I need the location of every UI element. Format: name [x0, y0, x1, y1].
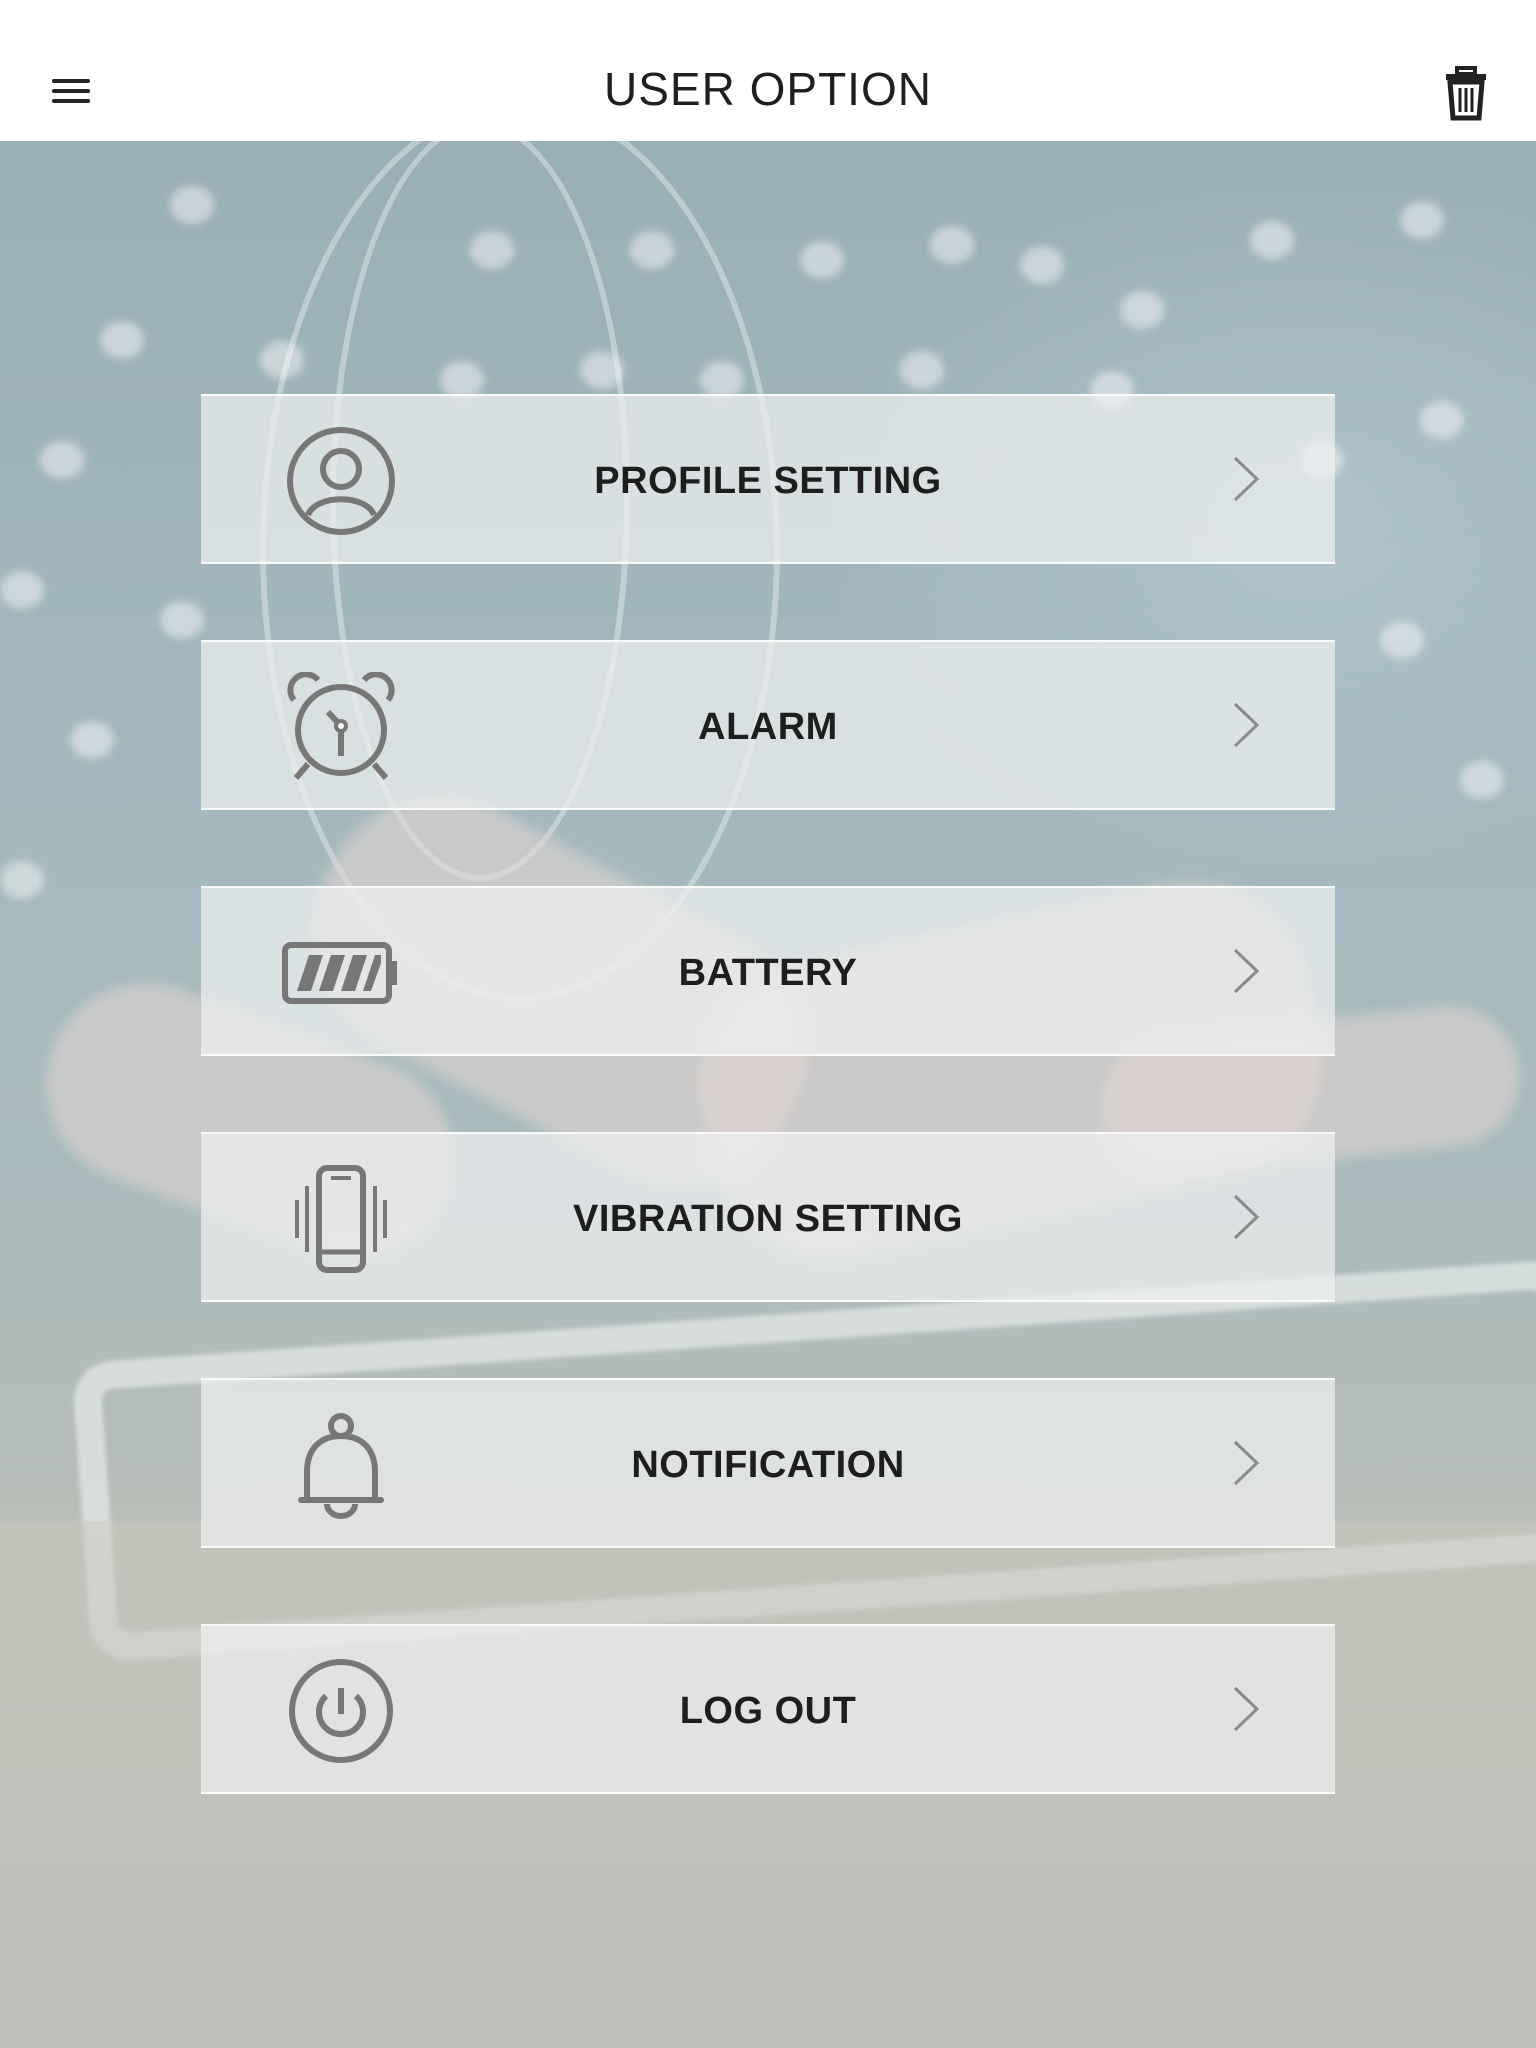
- chevron-right-icon: [1231, 454, 1261, 504]
- menu-item-alarm[interactable]: ALARM: [201, 640, 1335, 810]
- menu-item-label: ALARM: [698, 706, 838, 748]
- chevron-right-icon: [1231, 1438, 1261, 1488]
- chevron-right-icon: [1231, 1684, 1261, 1734]
- menu-item-label: LOG OUT: [679, 1690, 857, 1732]
- chevron-right-icon: [1231, 1192, 1261, 1242]
- menu-item-log-out[interactable]: LOG OUT: [201, 1624, 1335, 1794]
- menu-item-profile-setting[interactable]: PROFILE SETTING: [201, 394, 1335, 564]
- menu-item-vibration-setting[interactable]: VIBRATION SETTING: [201, 1132, 1335, 1302]
- chevron-right-icon: [1231, 700, 1261, 750]
- menu-item-label: PROFILE SETTING: [594, 460, 942, 502]
- page-title: USER OPTION: [604, 63, 932, 115]
- app-header: USER OPTION: [0, 0, 1536, 141]
- menu-item-label: BATTERY: [678, 952, 858, 994]
- menu-item-label: VIBRATION SETTING: [573, 1198, 963, 1240]
- trash-icon[interactable]: [1440, 66, 1492, 122]
- menu-item-label: NOTIFICATION: [631, 1444, 905, 1486]
- menu-item-battery[interactable]: BATTERY: [201, 886, 1335, 1056]
- menu-item-notification[interactable]: NOTIFICATION: [201, 1378, 1335, 1548]
- chevron-right-icon: [1231, 946, 1261, 996]
